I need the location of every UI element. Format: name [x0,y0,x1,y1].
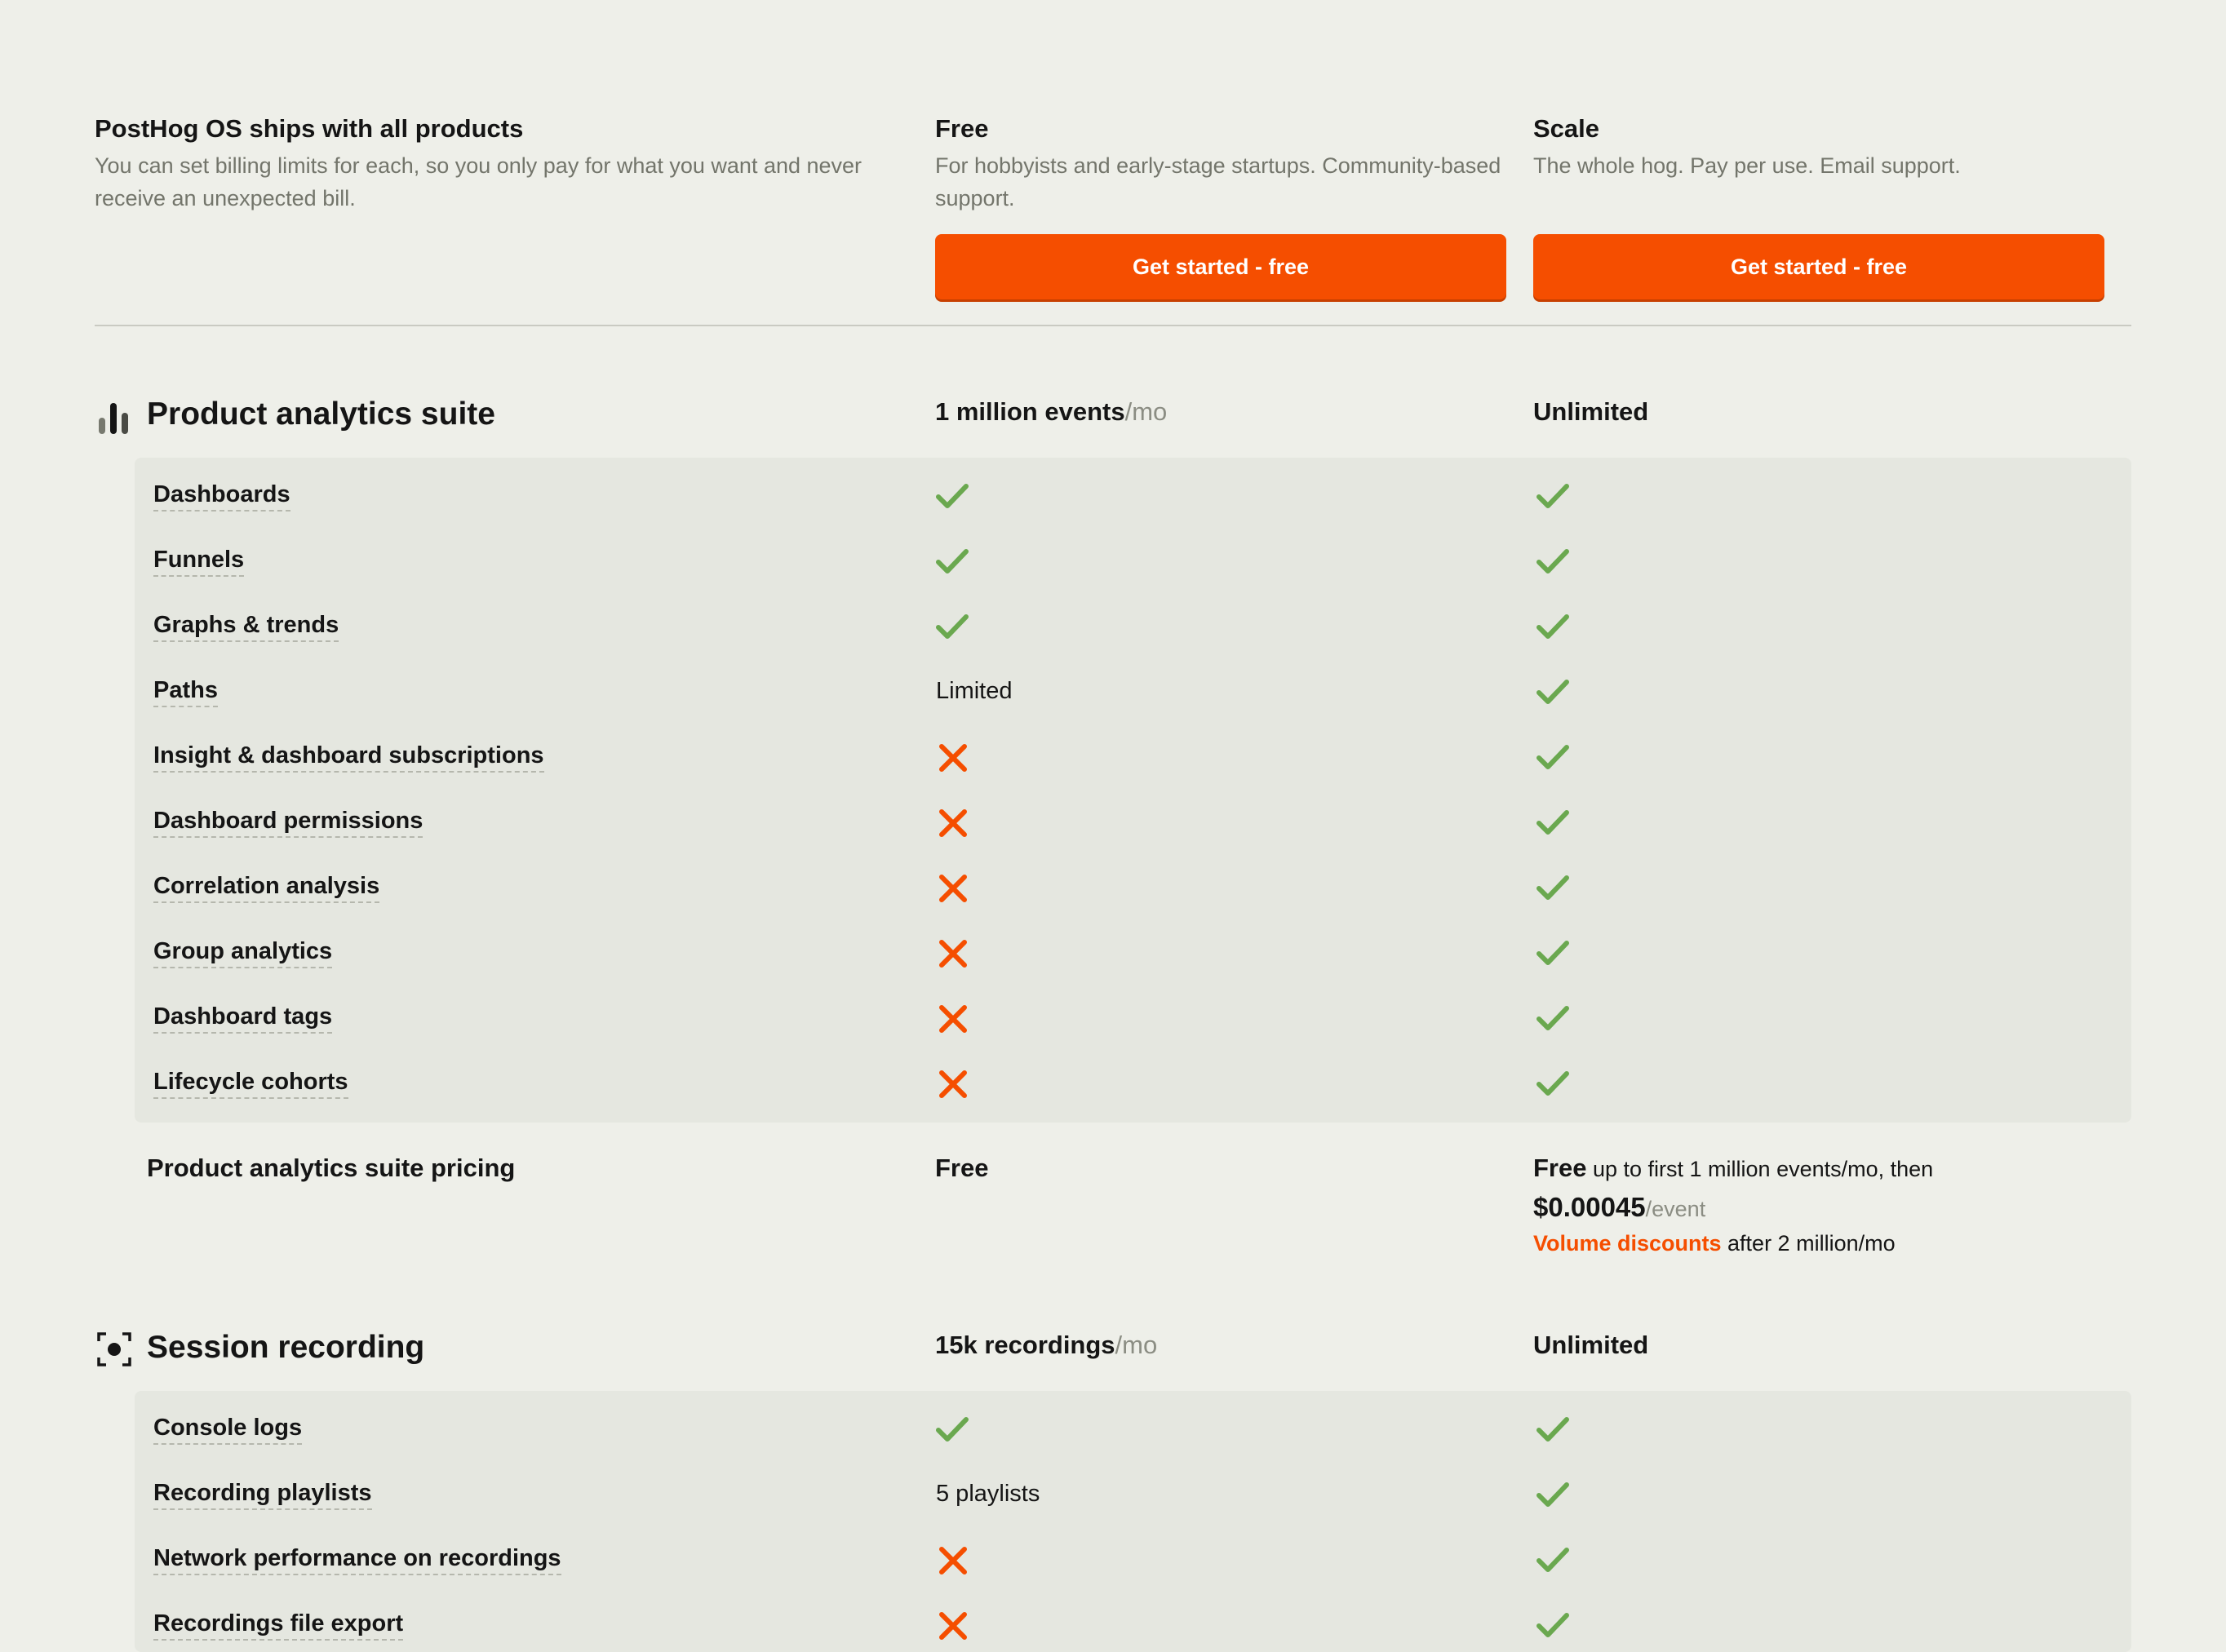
feature-panel [135,1391,2131,1652]
cross-icon [936,1002,970,1036]
pricing-free-value: Free [935,1154,989,1182]
feature-recordings-export[interactable]: Recordings file export [153,1610,404,1641]
feature-panel [135,458,2131,1123]
cross-icon [936,871,970,906]
check-icon [1536,609,1570,644]
cross-icon [936,806,970,840]
check-icon [1536,936,1570,970]
feature-funnels[interactable]: Funnels [153,546,245,577]
check-icon [1536,740,1570,774]
pricing-label: Product analytics suite pricing [147,1154,516,1182]
check-icon [1536,1543,1570,1577]
section-free-limit: 1 million events/mo [935,397,1168,426]
section-title: Session recording [147,1330,425,1365]
cross-icon [936,741,970,775]
feature-recording-playlists[interactable]: Recording playlists [153,1479,372,1510]
plan-free-description: For hobbyists and early-stage startups. … [935,153,1501,210]
feature-network-performance[interactable]: Network performance on recordings [153,1544,561,1575]
feature-correlation-analysis[interactable]: Correlation analysis [153,872,380,903]
check-icon [1536,870,1570,905]
check-icon [1536,805,1570,839]
check-icon [1536,675,1570,709]
feature-dashboard-permissions[interactable]: Dashboard permissions [153,807,423,838]
header-title: PostHog OS ships with all products [95,114,524,143]
feature-insight-subscriptions[interactable]: Insight & dashboard subscriptions [153,742,544,773]
volume-discounts-link[interactable]: Volume discounts [1533,1231,1722,1256]
section-scale-limit: Unlimited [1533,1331,1649,1359]
feature-console-logs[interactable]: Console logs [153,1414,303,1445]
feature-paths[interactable]: Paths [153,676,218,707]
plan-free-name: Free [935,114,989,143]
check-icon [935,544,969,578]
bar-chart-icon [97,400,133,436]
cross-icon [936,1543,970,1578]
header-divider [95,325,2131,326]
cross-icon [936,1067,970,1101]
check-icon [935,479,969,513]
check-icon [1536,1608,1570,1642]
feature-dashboards[interactable]: Dashboards [153,481,290,512]
check-icon [1536,479,1570,513]
pricing-scale-amount: $0.00045/event [1533,1192,1706,1222]
check-icon [1536,1412,1570,1446]
free-value-text: Limited [936,678,1013,704]
feature-group-analytics[interactable]: Group analytics [153,937,333,968]
check-icon [1536,544,1570,578]
plan-free-cta-button[interactable]: Get started - free [935,234,1506,299]
plan-scale-name: Scale [1533,114,1600,143]
check-icon [1536,1066,1570,1101]
cross-icon [936,1609,970,1643]
feature-lifecycle-cohorts[interactable]: Lifecycle cohorts [153,1068,348,1099]
feature-graphs-trends[interactable]: Graphs & trends [153,611,339,642]
plan-scale-description: The whole hog. Pay per use. Email suppor… [1533,153,1961,178]
header-description: You can set billing limits for each, so … [95,153,862,210]
cross-icon [936,937,970,971]
record-icon [96,1331,132,1367]
section-scale-limit: Unlimited [1533,397,1649,426]
section-title: Product analytics suite [147,396,495,432]
section-free-limit: 15k recordings/mo [935,1331,1158,1359]
check-icon [1536,1477,1570,1512]
pricing-volume-discount: Volume discounts after 2 million/mo [1533,1231,1896,1256]
check-icon [935,1412,969,1446]
pricing-scale-intro: Free up to first 1 million events/mo, th… [1533,1154,1934,1182]
feature-dashboard-tags[interactable]: Dashboard tags [153,1003,333,1034]
plan-scale-cta-button[interactable]: Get started - free [1533,234,2104,299]
check-icon [935,609,969,644]
free-value-text: 5 playlists [936,1481,1040,1507]
check-icon [1536,1001,1570,1035]
